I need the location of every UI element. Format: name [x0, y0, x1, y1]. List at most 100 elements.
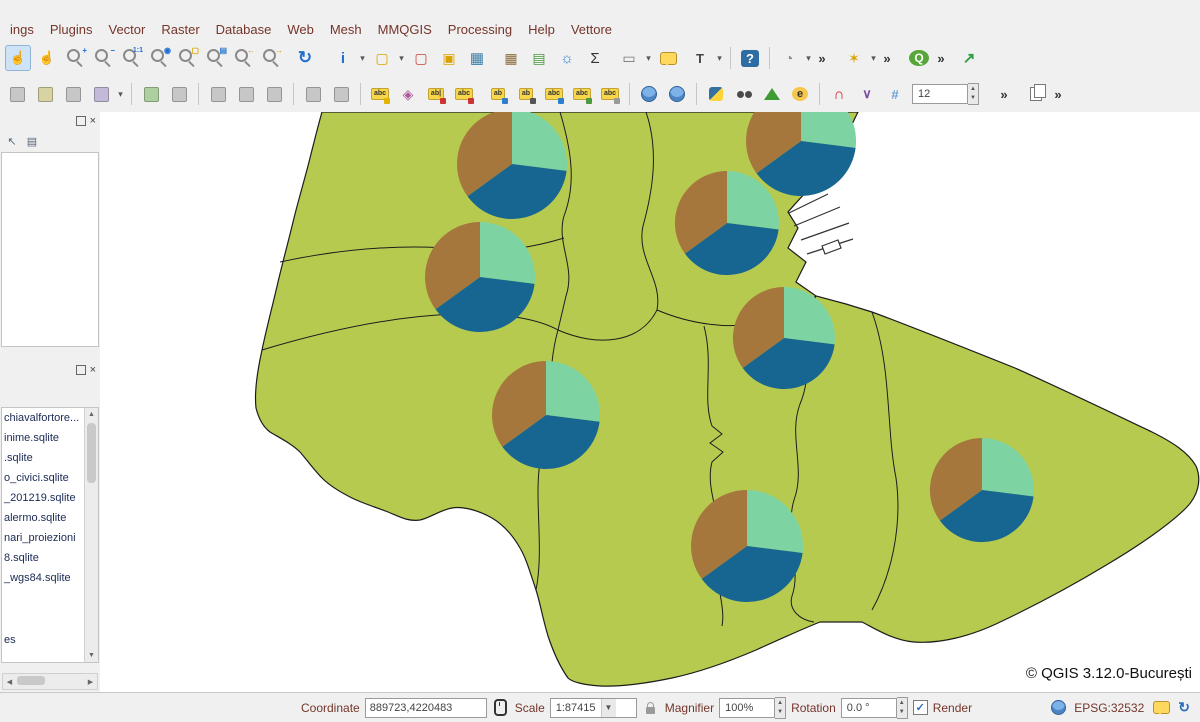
- file-list-hscrollbar[interactable]: ◀ ▶: [2, 673, 98, 690]
- toggle-editing-icon[interactable]: [33, 82, 57, 106]
- menu-processing[interactable]: Processing: [440, 19, 520, 40]
- extent-toggle-icon[interactable]: [492, 699, 510, 717]
- zoom-to-selection-icon[interactable]: ▢: [175, 46, 199, 70]
- messages-icon[interactable]: [1152, 699, 1170, 717]
- menu-vector[interactable]: Vector: [101, 19, 154, 40]
- label-size-spin[interactable]: 12▲▼: [912, 83, 979, 105]
- label-eye-icon[interactable]: ab: [514, 82, 538, 106]
- duplicate-layer-icon[interactable]: [1024, 82, 1048, 106]
- copy-features-icon[interactable]: [234, 82, 258, 106]
- step-up-icon[interactable]: ▲: [775, 699, 785, 708]
- search-layers-icon[interactable]: [732, 82, 756, 106]
- share-icon[interactable]: ↗: [957, 46, 981, 70]
- undo-icon[interactable]: [301, 82, 325, 106]
- panel-close-icon[interactable]: ×: [90, 365, 96, 375]
- scroll-down-icon[interactable]: ▼: [88, 649, 95, 662]
- scrollbar-thumb[interactable]: [87, 423, 96, 483]
- dem-terrain-icon[interactable]: [760, 82, 784, 106]
- snapping-options-icon[interactable]: ∨: [855, 82, 879, 106]
- geoservice-dropdown[interactable]: ▾: [803, 53, 814, 64]
- label-abc-red-icon[interactable]: abc: [452, 82, 476, 106]
- scroll-left-icon[interactable]: ◀: [3, 678, 16, 686]
- plugin-e-icon[interactable]: e: [788, 82, 812, 106]
- python-console-icon[interactable]: [704, 82, 728, 106]
- menu-help[interactable]: Help: [520, 19, 563, 40]
- zoom-next-icon[interactable]: →: [259, 46, 283, 70]
- crs-globe-icon[interactable]: [1051, 700, 1066, 715]
- zoom-to-layer-icon[interactable]: ▤: [203, 46, 227, 70]
- panel-close-icon[interactable]: ×: [90, 116, 96, 126]
- identify-dropdown[interactable]: ▾: [357, 53, 368, 64]
- step-up-icon[interactable]: ▲: [968, 85, 978, 94]
- processing-toolbox-icon[interactable]: ☼: [555, 46, 579, 70]
- file-list[interactable]: chiavalfortore...inime.sqlite.sqliteo_ci…: [1, 407, 99, 663]
- cut-features-icon[interactable]: [206, 82, 230, 106]
- zoom-in-icon[interactable]: +: [63, 46, 87, 70]
- panel-float-icon[interactable]: [76, 365, 86, 375]
- redo-icon[interactable]: [329, 82, 353, 106]
- step-down-icon[interactable]: ▼: [968, 94, 978, 103]
- annotation-dropdown[interactable]: ▾: [714, 53, 725, 64]
- label-ab-icon[interactable]: ab|: [424, 82, 448, 106]
- style-dropdown[interactable]: ▾: [115, 89, 126, 100]
- toolbar2-overflow-1[interactable]: »: [996, 87, 1012, 102]
- statistical-summary-icon[interactable]: Σ: [583, 46, 607, 70]
- menu-ings[interactable]: ings: [2, 19, 42, 40]
- pan-to-selection-icon[interactable]: ☝: [35, 46, 59, 70]
- menu-vettore[interactable]: Vettore: [563, 19, 620, 40]
- label-curve-icon[interactable]: abc: [570, 82, 594, 106]
- menu-raster[interactable]: Raster: [153, 19, 207, 40]
- chevron-down-icon[interactable]: ▼: [601, 699, 616, 717]
- paste-features-icon[interactable]: [262, 82, 286, 106]
- refresh-map-icon[interactable]: ↻: [293, 46, 317, 70]
- magnifier-spin[interactable]: 100% ▲▼: [719, 697, 786, 719]
- log-refresh-icon[interactable]: ↻: [1178, 699, 1190, 716]
- metasearch-icon[interactable]: Q: [907, 46, 931, 70]
- layer-tree[interactable]: [1, 152, 99, 347]
- snapping-magnet-icon[interactable]: ∩: [827, 82, 851, 106]
- current-edits-icon[interactable]: [5, 82, 29, 106]
- identify-features-icon[interactable]: i: [331, 46, 355, 70]
- globe-icon-1[interactable]: [637, 82, 661, 106]
- delete-selected-icon[interactable]: [167, 82, 191, 106]
- zoom-full-icon[interactable]: ◉: [147, 46, 171, 70]
- zoom-last-icon[interactable]: ←: [231, 46, 255, 70]
- duplicate-features-icon[interactable]: [139, 82, 163, 106]
- label-move-icon[interactable]: abc: [542, 82, 566, 106]
- filter-browser-icon[interactable]: ▤: [22, 131, 42, 151]
- deselect-features-icon[interactable]: ▢: [409, 46, 433, 70]
- measure-icon[interactable]: ▭: [617, 46, 641, 70]
- step-down-icon[interactable]: ▼: [897, 708, 907, 717]
- measure-dropdown[interactable]: ▾: [643, 53, 654, 64]
- lock-scale-icon[interactable]: [642, 699, 660, 717]
- layer-labeling-icon[interactable]: abc: [368, 82, 392, 106]
- collapse-all-icon[interactable]: ↖: [2, 131, 22, 151]
- menu-database[interactable]: Database: [208, 19, 280, 40]
- select-dropdown[interactable]: ▾: [396, 53, 407, 64]
- label-pin2-icon[interactable]: ab: [486, 82, 510, 106]
- toolbar-overflow-2[interactable]: »: [879, 51, 895, 66]
- label-props-icon[interactable]: abc: [598, 82, 622, 106]
- scrollbar-thumb[interactable]: [17, 676, 45, 685]
- menu-mmqgis[interactable]: MMQGIS: [370, 19, 440, 40]
- wand-dropdown[interactable]: ▾: [868, 53, 879, 64]
- coordinate-input[interactable]: [365, 698, 487, 718]
- save-edits-icon[interactable]: [61, 82, 85, 106]
- menu-web[interactable]: Web: [279, 19, 322, 40]
- zoom-out-icon[interactable]: −: [91, 46, 115, 70]
- map-canvas[interactable]: © QGIS 3.12.0-București: [100, 112, 1200, 692]
- epsg-label[interactable]: EPSG:32532: [1074, 701, 1144, 715]
- select-by-form-icon[interactable]: ▣: [437, 46, 461, 70]
- scale-combo[interactable]: 1:87415 ▼: [550, 698, 637, 718]
- field-calculator-icon[interactable]: ▦: [499, 46, 523, 70]
- label-pin-icon[interactable]: ◈: [396, 82, 420, 106]
- toolbar-overflow-3[interactable]: »: [933, 51, 949, 66]
- scroll-right-icon[interactable]: ▶: [84, 678, 97, 686]
- toolbar2-overflow-2[interactable]: »: [1050, 87, 1066, 102]
- menu-mesh[interactable]: Mesh: [322, 19, 370, 40]
- text-annotation-icon[interactable]: T: [688, 46, 712, 70]
- statistics-chart-icon[interactable]: ▤: [527, 46, 551, 70]
- pan-map-icon[interactable]: ☝: [5, 45, 31, 71]
- tracing-icon[interactable]: #: [883, 82, 907, 106]
- step-up-icon[interactable]: ▲: [897, 699, 907, 708]
